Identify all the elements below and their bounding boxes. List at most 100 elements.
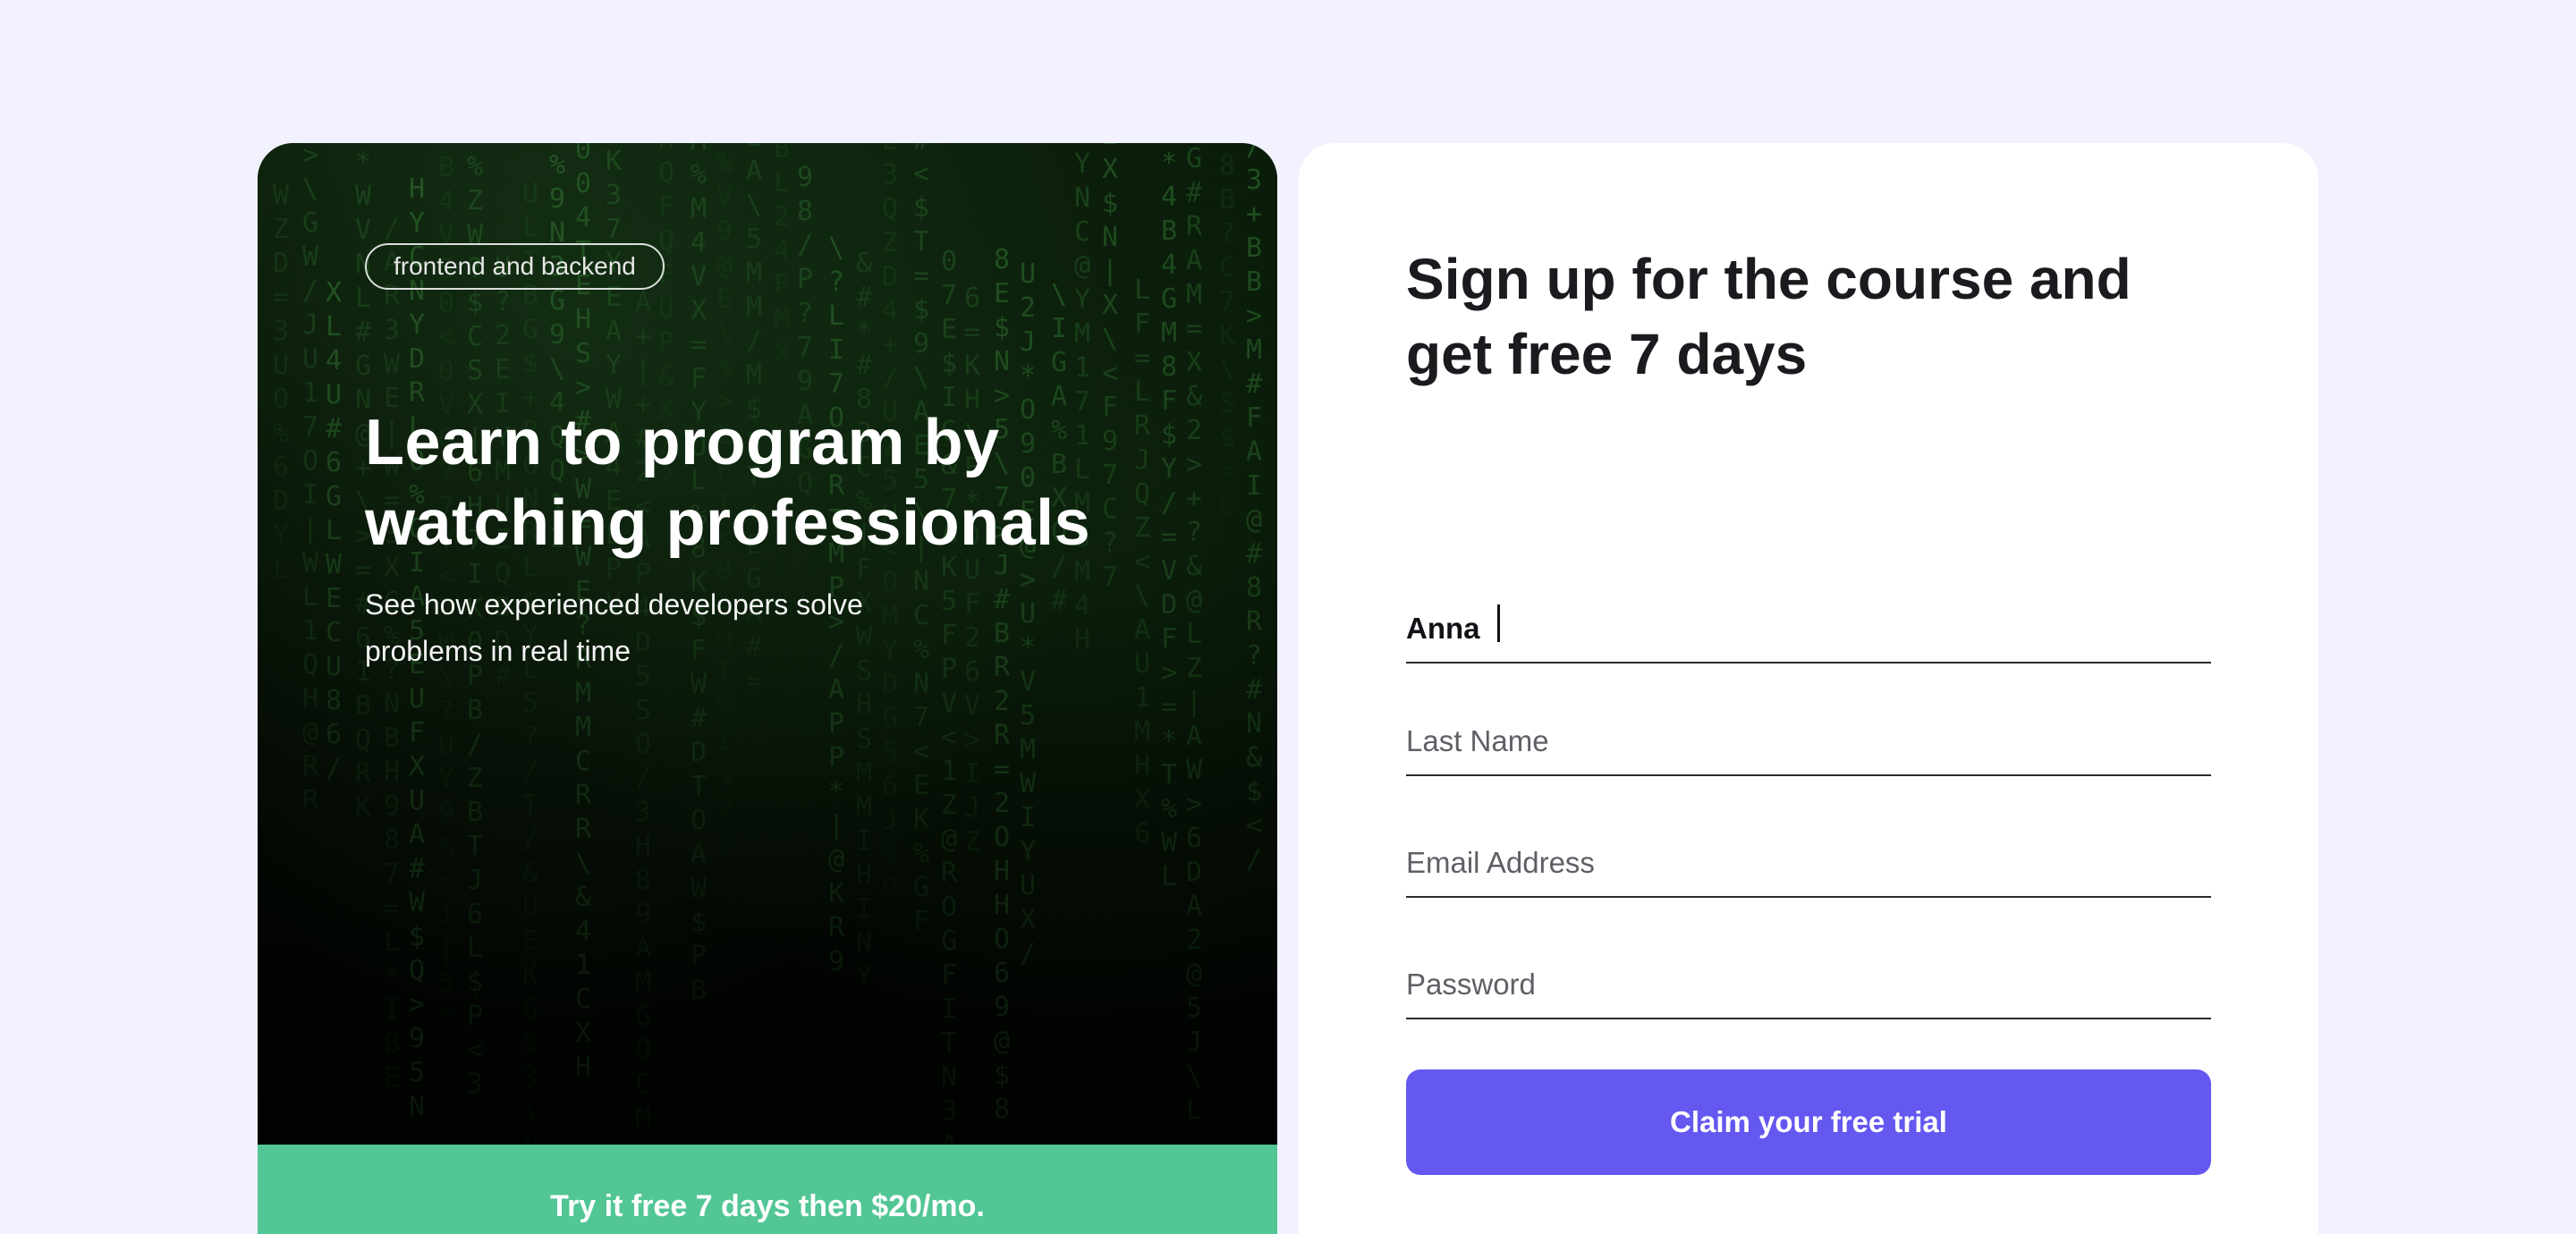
code-glyph: B xyxy=(467,695,483,726)
code-glyph: Z xyxy=(882,227,898,258)
code-glyph: X xyxy=(575,1018,591,1049)
code-glyph: + xyxy=(882,329,898,360)
code-glyph: | xyxy=(1102,256,1118,287)
code-glyph: G xyxy=(522,993,538,1025)
code-glyph: * xyxy=(1161,148,1177,179)
code-glyph: / xyxy=(522,824,538,855)
code-glyph: 9 xyxy=(549,183,565,215)
code-glyph: L xyxy=(828,300,844,332)
code-glyph: X xyxy=(1102,290,1118,321)
code-glyph: 4 xyxy=(575,202,591,233)
code-glyph: 8 xyxy=(797,196,813,227)
first-name-input[interactable] xyxy=(1406,604,2211,653)
code-glyph: Y xyxy=(409,207,425,239)
code-glyph: 7 xyxy=(1219,286,1235,317)
code-glyph: O xyxy=(273,384,289,415)
code-glyph: $ xyxy=(913,192,929,224)
code-glyph: < xyxy=(913,736,929,767)
code-glyph: O xyxy=(994,822,1010,853)
code-glyph: + xyxy=(1186,483,1202,514)
code-glyph: G xyxy=(1186,143,1202,174)
code-glyph: M xyxy=(856,791,872,823)
code-glyph: 9 xyxy=(797,162,813,193)
code-glyph: | xyxy=(635,355,651,386)
code-glyph: \ xyxy=(1134,580,1150,612)
code-glyph: F xyxy=(658,191,674,223)
code-glyph: X xyxy=(691,295,707,326)
claim-free-trial-button[interactable]: Claim your free trial xyxy=(1406,1069,2211,1175)
code-glyph: E xyxy=(994,278,1010,309)
code-glyph: 1 xyxy=(302,615,318,647)
code-glyph: X xyxy=(774,337,790,368)
code-glyph: 0 xyxy=(438,288,454,319)
code-glyph: L xyxy=(774,167,790,199)
code-glyph: 3 xyxy=(606,180,622,211)
code-glyph: W xyxy=(409,887,426,918)
code-glyph: < xyxy=(913,158,929,190)
password-input[interactable] xyxy=(1406,960,2211,1009)
code-glyph: \ xyxy=(522,1095,538,1127)
code-glyph: G xyxy=(1051,347,1067,378)
code-glyph: # xyxy=(856,350,872,381)
code-glyph: 3 xyxy=(384,315,400,346)
code-glyph: U xyxy=(273,350,289,381)
code-glyph: L xyxy=(326,515,342,546)
code-glyph: S xyxy=(1219,388,1235,419)
code-glyph: > xyxy=(1161,657,1177,689)
code-glyph: ? xyxy=(797,298,813,329)
code-glyph: R xyxy=(1134,410,1151,442)
code-glyph: 4 xyxy=(774,235,790,266)
code-glyph: G xyxy=(1161,283,1177,315)
code-glyph: $ xyxy=(522,1027,538,1059)
code-glyph: D xyxy=(1161,589,1177,621)
email-input[interactable] xyxy=(1406,839,2211,887)
code-glyph: 6 xyxy=(1134,818,1150,849)
code-glyph: A xyxy=(941,1129,957,1145)
code-glyph: Y xyxy=(635,1137,651,1145)
code-glyph: W xyxy=(1186,755,1203,786)
code-glyph: D xyxy=(273,248,289,279)
code-glyph: P xyxy=(941,654,957,685)
code-glyph: R xyxy=(575,780,592,811)
code-glyph: B xyxy=(384,723,400,754)
code-glyph: Y xyxy=(273,520,289,551)
code-glyph: 6 xyxy=(964,656,980,688)
code-glyph: % xyxy=(467,151,483,182)
code-glyph: 6 xyxy=(326,719,342,750)
code-glyph: 9 xyxy=(994,992,1010,1023)
code-glyph: W xyxy=(1161,827,1178,858)
code-glyph: 1 xyxy=(1074,143,1090,146)
code-glyph: 8 xyxy=(1246,572,1262,604)
code-glyph: 7 xyxy=(302,411,318,443)
code-glyph: E xyxy=(716,283,733,315)
code-glyph: G xyxy=(913,872,929,903)
code-glyph: U xyxy=(438,730,454,761)
code-glyph: & xyxy=(1186,551,1202,582)
code-glyph: N xyxy=(856,927,872,959)
code-glyph: A xyxy=(1186,891,1202,922)
code-glyph: W xyxy=(326,549,343,580)
code-glyph: 9 xyxy=(549,319,565,351)
code-glyph: G xyxy=(549,285,565,317)
code-glyph: V xyxy=(355,215,371,246)
code-glyph: O xyxy=(691,805,707,836)
code-glyph: # xyxy=(1246,538,1262,570)
code-glyph: U xyxy=(522,892,538,923)
code-glyph: | xyxy=(828,810,844,841)
code-glyph: 2 xyxy=(495,320,511,351)
code-glyph: 9 xyxy=(384,790,400,822)
code-glyph: @ xyxy=(1074,250,1090,282)
code-glyph: H xyxy=(635,831,651,862)
code-glyph: Z xyxy=(1186,653,1202,684)
code-glyph: H xyxy=(409,173,425,205)
code-glyph: \ xyxy=(913,362,929,393)
code-glyph: Q xyxy=(302,649,318,680)
code-glyph: B xyxy=(384,1028,400,1060)
last-name-input[interactable] xyxy=(1406,717,2211,765)
promo-title: Learn to program by watching professiona… xyxy=(365,407,1091,559)
code-glyph: H xyxy=(1134,750,1150,782)
code-glyph: N xyxy=(409,1091,425,1122)
code-glyph: V xyxy=(716,182,733,213)
code-glyph: A xyxy=(606,316,622,347)
code-glyph: ? xyxy=(1246,640,1262,672)
